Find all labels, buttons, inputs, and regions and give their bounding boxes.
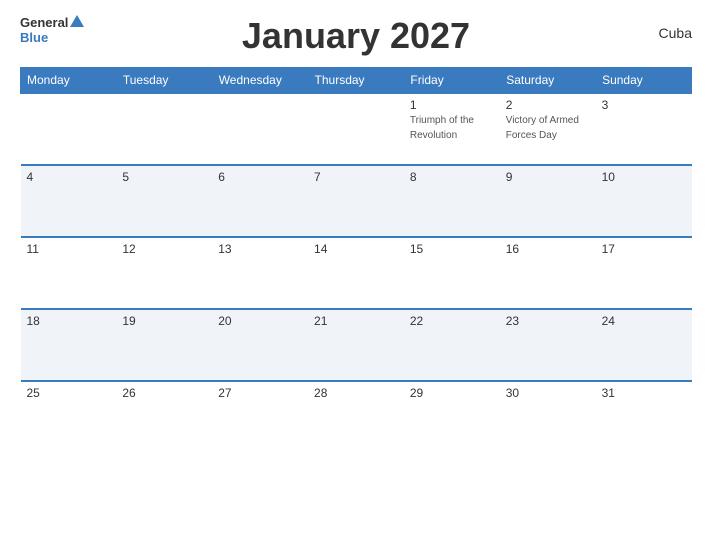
- calendar-cell: 1 Triumph of the Revolution: [404, 93, 500, 165]
- day-number: 28: [314, 386, 398, 400]
- calendar-cell: 11: [21, 237, 117, 309]
- calendar-cell: [212, 93, 308, 165]
- calendar-cell: [308, 93, 404, 165]
- calendar-cell: 25: [21, 381, 117, 453]
- calendar-cell: 12: [116, 237, 212, 309]
- day-number: 17: [602, 242, 686, 256]
- header-thursday: Thursday: [308, 68, 404, 94]
- day-number: 7: [314, 170, 398, 184]
- calendar-cell: 15: [404, 237, 500, 309]
- day-number: 14: [314, 242, 398, 256]
- event-label: Triumph of the Revolution: [410, 115, 474, 141]
- calendar-cell: 4: [21, 165, 117, 237]
- day-number: 24: [602, 314, 686, 328]
- day-number: 19: [122, 314, 206, 328]
- day-number: 2: [506, 98, 590, 112]
- calendar-cell: 8: [404, 165, 500, 237]
- day-number: 25: [27, 386, 111, 400]
- logo-blue-text: Blue: [20, 30, 48, 45]
- calendar-cell: 9: [500, 165, 596, 237]
- calendar-cell: 5: [116, 165, 212, 237]
- day-number: 11: [27, 242, 111, 256]
- day-number: 18: [27, 314, 111, 328]
- day-number: 27: [218, 386, 302, 400]
- header-friday: Friday: [404, 68, 500, 94]
- header-saturday: Saturday: [500, 68, 596, 94]
- day-number: 10: [602, 170, 686, 184]
- calendar-cell: 21: [308, 309, 404, 381]
- day-number: 20: [218, 314, 302, 328]
- calendar-cell: 20: [212, 309, 308, 381]
- day-number: 30: [506, 386, 590, 400]
- logo-general-text: General: [20, 15, 68, 30]
- calendar-cell: 19: [116, 309, 212, 381]
- day-number: 31: [602, 386, 686, 400]
- day-number: 23: [506, 314, 590, 328]
- page-title: January 2027: [242, 15, 470, 57]
- calendar-cell: 27: [212, 381, 308, 453]
- day-number: 12: [122, 242, 206, 256]
- calendar-week-row: 25 26 27 28 29 30 31: [21, 381, 692, 453]
- day-number: 29: [410, 386, 494, 400]
- logo: General Blue: [20, 15, 84, 45]
- day-number: 8: [410, 170, 494, 184]
- calendar-cell: 29: [404, 381, 500, 453]
- header-monday: Monday: [21, 68, 117, 94]
- calendar-cell: 10: [596, 165, 692, 237]
- day-number: 6: [218, 170, 302, 184]
- calendar-cell: [21, 93, 117, 165]
- calendar-cell: 24: [596, 309, 692, 381]
- calendar-cell: 18: [21, 309, 117, 381]
- logo-triangle-icon: [70, 15, 84, 27]
- calendar-week-row: 1 Triumph of the Revolution 2 Victory of Ar…: [21, 93, 692, 165]
- calendar-cell: 6: [212, 165, 308, 237]
- weekday-header-row: Monday Tuesday Wednesday Thursday Friday…: [21, 68, 692, 94]
- calendar-week-row: 18 19 20 21 22 23 24: [21, 309, 692, 381]
- calendar-cell: 13: [212, 237, 308, 309]
- calendar-cell: 2 Victory of Armed Forces Day: [500, 93, 596, 165]
- day-number: 16: [506, 242, 590, 256]
- header-sunday: Sunday: [596, 68, 692, 94]
- day-number: 13: [218, 242, 302, 256]
- calendar-page: General Blue January 2027 Cuba Monday Tu…: [0, 0, 712, 550]
- header-wednesday: Wednesday: [212, 68, 308, 94]
- day-number: 3: [602, 98, 686, 112]
- event-label: Victory of Armed Forces Day: [506, 115, 579, 141]
- day-number: 4: [27, 170, 111, 184]
- day-number: 15: [410, 242, 494, 256]
- calendar-cell: 17: [596, 237, 692, 309]
- calendar-cell: 23: [500, 309, 596, 381]
- day-number: 26: [122, 386, 206, 400]
- calendar-cell: 3: [596, 93, 692, 165]
- calendar-cell: 16: [500, 237, 596, 309]
- calendar-cell: 26: [116, 381, 212, 453]
- day-number: 5: [122, 170, 206, 184]
- calendar-cell: 31: [596, 381, 692, 453]
- calendar-cell: 7: [308, 165, 404, 237]
- country-label: Cuba: [659, 25, 692, 41]
- day-number: 22: [410, 314, 494, 328]
- calendar-cell: [116, 93, 212, 165]
- day-number: 1: [410, 98, 494, 112]
- calendar-cell: 28: [308, 381, 404, 453]
- day-number: 9: [506, 170, 590, 184]
- calendar-cell: 14: [308, 237, 404, 309]
- calendar-table: Monday Tuesday Wednesday Thursday Friday…: [20, 67, 692, 453]
- calendar-cell: 22: [404, 309, 500, 381]
- calendar-cell: 30: [500, 381, 596, 453]
- header-tuesday: Tuesday: [116, 68, 212, 94]
- day-number: 21: [314, 314, 398, 328]
- calendar-week-row: 456789 10: [21, 165, 692, 237]
- calendar-week-row: 11 12 13 14 15 16 17: [21, 237, 692, 309]
- header: General Blue January 2027 Cuba: [20, 15, 692, 57]
